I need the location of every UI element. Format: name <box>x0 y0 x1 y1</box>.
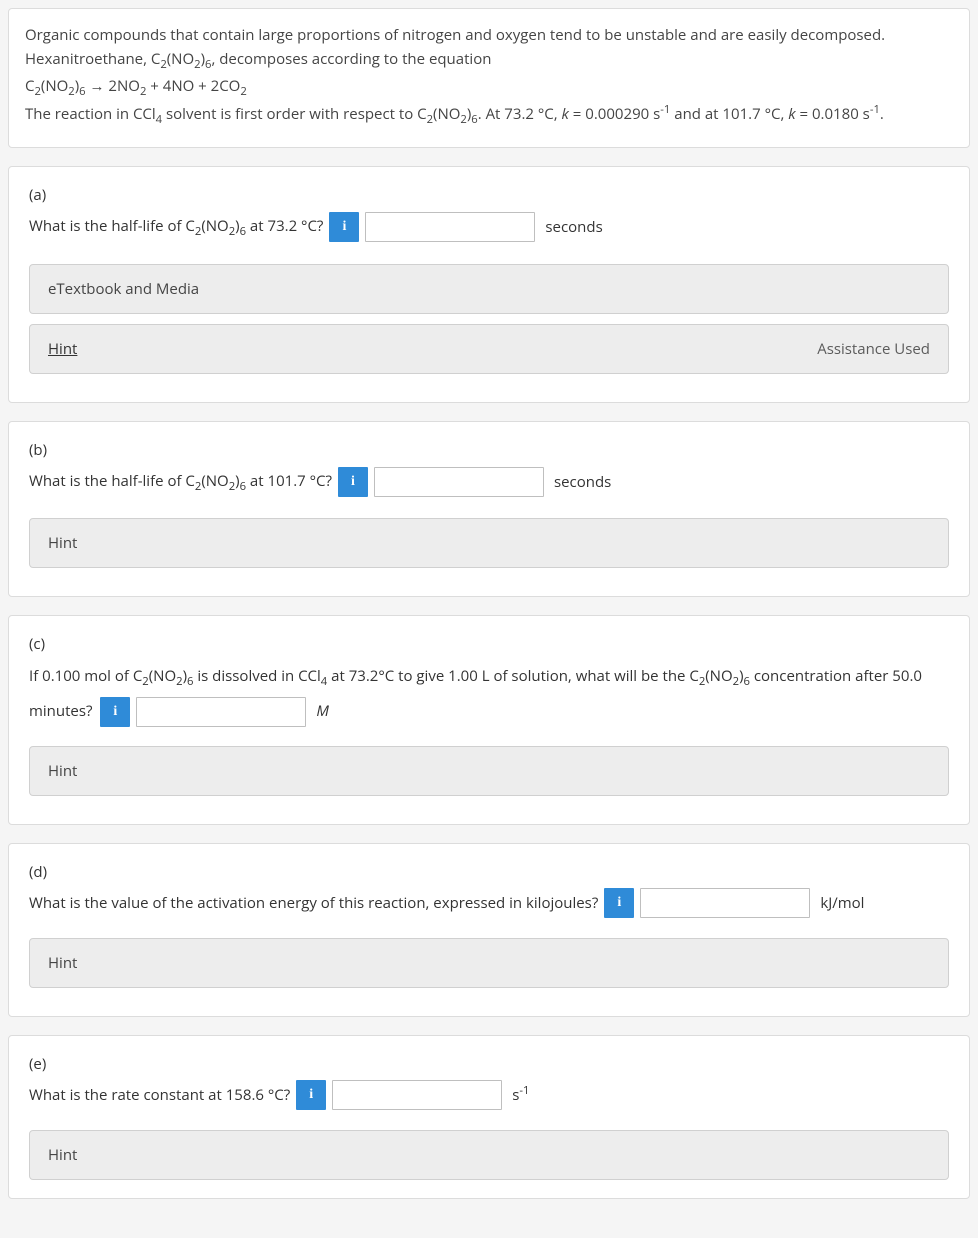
hint-link: Hint <box>48 339 77 359</box>
part-d-label: (d) <box>29 862 949 882</box>
assistance-used-label: Assistance Used <box>817 339 930 359</box>
part-d-unit: kJ/mol <box>820 888 864 918</box>
part-e-input[interactable] <box>332 1080 502 1110</box>
hint-panel-b[interactable]: Hint <box>29 518 949 568</box>
info-icon[interactable]: i <box>338 467 368 497</box>
part-e-card: (e) What is the rate constant at 158.6 °… <box>8 1035 970 1199</box>
part-c-label: (c) <box>29 634 949 654</box>
part-a-input[interactable] <box>365 212 535 242</box>
part-d-question: What is the value of the activation ener… <box>29 888 949 918</box>
part-b-question: What is the half-life of C2(NO2)6 at 101… <box>29 466 949 499</box>
part-b-label: (b) <box>29 440 949 460</box>
part-a-card: (a) What is the half-life of C2(NO2)6 at… <box>8 166 970 403</box>
part-a-unit: seconds <box>545 212 602 242</box>
part-b-input[interactable] <box>374 467 544 497</box>
intro-text: Organic compounds that contain large pro… <box>25 23 953 129</box>
part-e-question: What is the rate constant at 158.6 °C? i… <box>29 1080 949 1110</box>
part-a-label: (a) <box>29 185 949 205</box>
part-c-unit: M <box>316 695 329 728</box>
info-icon[interactable]: i <box>329 212 359 242</box>
hint-panel-a[interactable]: Hint Assistance Used <box>29 324 949 374</box>
hint-label: Hint <box>48 1145 77 1165</box>
hint-label: Hint <box>48 533 77 553</box>
part-a-question: What is the half-life of C2(NO2)6 at 73.… <box>29 211 949 244</box>
info-icon[interactable]: i <box>604 888 634 918</box>
part-c-input[interactable] <box>136 697 306 727</box>
part-e-unit: s-1 <box>512 1080 529 1110</box>
hint-panel-d[interactable]: Hint <box>29 938 949 988</box>
hint-label: Hint <box>48 761 77 781</box>
intro-card: Organic compounds that contain large pro… <box>8 8 970 148</box>
hint-panel-e[interactable]: Hint <box>29 1130 949 1180</box>
part-e-label: (e) <box>29 1054 949 1074</box>
part-c-question: If 0.100 mol of C2(NO2)6 is dissolved in… <box>29 660 949 728</box>
etextbook-label: eTextbook and Media <box>48 279 199 299</box>
hint-panel-c[interactable]: Hint <box>29 746 949 796</box>
hint-label: Hint <box>48 953 77 973</box>
part-b-unit: seconds <box>554 467 611 497</box>
info-icon[interactable]: i <box>100 697 130 727</box>
info-icon[interactable]: i <box>296 1080 326 1110</box>
part-c-card: (c) If 0.100 mol of C2(NO2)6 is dissolve… <box>8 615 970 825</box>
part-d-card: (d) What is the value of the activation … <box>8 843 970 1017</box>
etextbook-panel[interactable]: eTextbook and Media <box>29 264 949 314</box>
part-d-input[interactable] <box>640 888 810 918</box>
part-b-card: (b) What is the half-life of C2(NO2)6 at… <box>8 421 970 598</box>
